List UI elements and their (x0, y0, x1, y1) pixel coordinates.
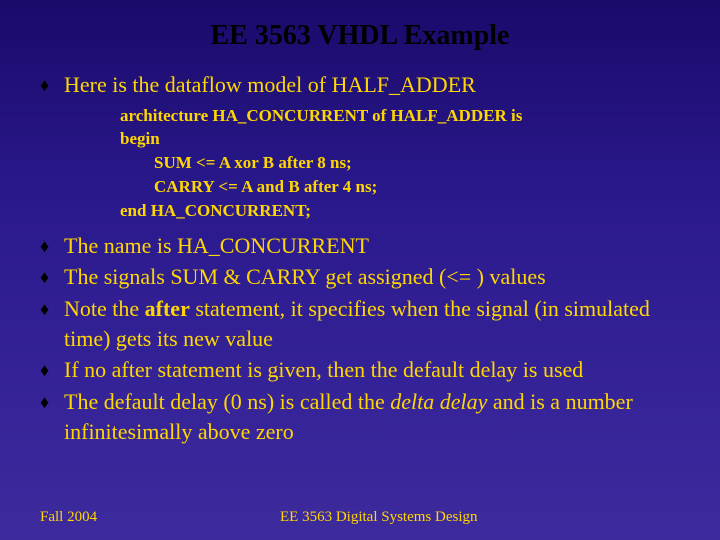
code-block: architecture HA_CONCURRENT of HALF_ADDER… (120, 104, 690, 223)
slide-title: EE 3563 VHDL Example (0, 0, 720, 70)
slide-content: ♦ Here is the dataflow model of HALF_ADD… (0, 70, 720, 446)
code-line: CARRY <= A and B after 4 ns; (120, 175, 690, 199)
code-line: architecture HA_CONCURRENT of HALF_ADDER… (120, 104, 690, 128)
bullet-text: Here is the dataflow model of HALF_ADDER (64, 70, 690, 100)
footer-center: EE 3563 Digital Systems Design (250, 509, 720, 526)
bullet-text: The default delay (0 ns) is called the d… (64, 387, 690, 446)
diamond-icon: ♦ (40, 355, 64, 382)
text-part: Note the (64, 296, 145, 321)
text-part: The default delay (0 ns) is called the (64, 389, 390, 414)
footer-left: Fall 2004 (0, 509, 250, 526)
diamond-icon: ♦ (40, 294, 64, 321)
bullet-text: The name is HA_CONCURRENT (64, 231, 690, 261)
text-bold: after (145, 296, 190, 321)
bullet-item: ♦ The signals SUM & CARRY get assigned (… (40, 262, 690, 292)
code-line: end HA_CONCURRENT; (120, 199, 690, 223)
code-line: SUM <= A xor B after 8 ns; (120, 151, 690, 175)
bullet-text: If no after statement is given, then the… (64, 355, 690, 385)
bullet-item: ♦ Note the after statement, it specifies… (40, 294, 690, 353)
code-line: begin (120, 127, 690, 151)
diamond-icon: ♦ (40, 387, 64, 414)
bullet-text: Note the after statement, it specifies w… (64, 294, 690, 353)
diamond-icon: ♦ (40, 262, 64, 289)
bullet-text: The signals SUM & CARRY get assigned (<=… (64, 262, 690, 292)
bullet-item: ♦ Here is the dataflow model of HALF_ADD… (40, 70, 690, 100)
diamond-icon: ♦ (40, 70, 64, 97)
bullet-item: ♦ If no after statement is given, then t… (40, 355, 690, 385)
slide-footer: Fall 2004 EE 3563 Digital Systems Design (0, 509, 720, 526)
diamond-icon: ♦ (40, 231, 64, 258)
text-italic: delta delay (390, 389, 487, 414)
bullet-item: ♦ The name is HA_CONCURRENT (40, 231, 690, 261)
bullet-item: ♦ The default delay (0 ns) is called the… (40, 387, 690, 446)
